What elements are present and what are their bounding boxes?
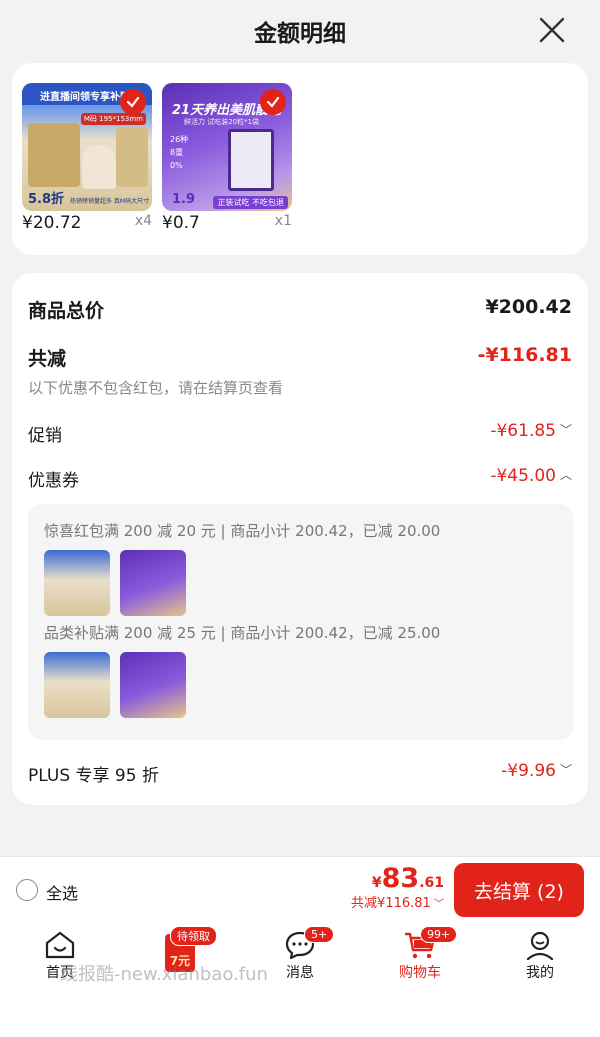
coupon-row[interactable]: 优惠券 -¥45.00 ︿ — [28, 466, 572, 491]
promo-value: -¥61.85 ﹀ — [490, 421, 572, 441]
coupon-label: 优惠券 — [28, 471, 79, 491]
home-icon — [45, 931, 75, 959]
checked-icon[interactable] — [260, 89, 286, 115]
product-tagline: 正装试吃 不吃包退 — [213, 196, 288, 209]
product-qty: x4 — [134, 213, 152, 229]
chevron-down-icon[interactable]: ﹀ — [431, 899, 444, 910]
watermark: 线报酷-new.xianbao.fun — [60, 964, 268, 985]
tab-badge: 99+ — [420, 926, 458, 943]
plus-value: -¥9.96 ﹀ — [501, 761, 572, 781]
coupon-product-thumbnail — [120, 652, 186, 718]
amount-integer: 83 — [381, 863, 420, 894]
coupon-detail: 惊喜红包满 200 减 20 元 | 商品小计 200.42，已减 20.00 — [44, 522, 441, 540]
stat-label: 8重 — [170, 148, 184, 157]
select-all-label[interactable]: 全选 — [46, 880, 78, 904]
amount-decimal: .61 — [419, 875, 444, 891]
product-package — [28, 123, 80, 187]
total-reduce[interactable]: 共减¥116.81 — [351, 896, 431, 911]
product-package — [116, 127, 148, 187]
plus-row[interactable]: PLUS 专享 95 折 -¥9.96 ﹀ — [28, 761, 572, 786]
tab-badge: 5+ — [304, 926, 335, 943]
checked-icon[interactable] — [120, 89, 146, 115]
product-subtitle: 鲜活力 试吃装20粒*1袋 — [184, 118, 260, 126]
tab-messages[interactable]: 消息 5+ — [260, 926, 340, 982]
tab-label: 我的 — [526, 965, 554, 981]
price-tag: 1.9 — [172, 192, 196, 207]
stat-label: 26种 — [170, 135, 189, 144]
coupon-detail: 品类补贴满 200 减 25 元 | 商品小计 200.42，已减 25.00 — [44, 624, 441, 642]
checkout-button[interactable]: 去结算 (2) — [454, 863, 584, 917]
page-title: 金额明细 — [254, 21, 346, 47]
plus-label: PLUS 专享 95 折 — [28, 766, 159, 786]
close-icon[interactable] — [538, 16, 566, 44]
size-tag: M码 195*153mm — [80, 113, 146, 125]
promo-label: 促销 — [28, 426, 62, 446]
product-thumbnail[interactable]: 进直播间领专享补贴券 M码 195*153mm 5.8折 热销榜销量超多 真M码… — [22, 83, 152, 211]
reduce-label: 共减 — [28, 348, 67, 370]
coupon-product-thumbnail — [44, 550, 110, 616]
total-value: ¥200.42 — [485, 296, 572, 318]
user-icon — [526, 931, 554, 960]
discount-note: 以下优惠不包含红包，请在结算页查看 — [28, 379, 284, 397]
price-summary-card: 商品总价 ¥200.42 共减 -¥116.81 以下优惠不包含红包，请在结算页… — [12, 273, 588, 805]
product-item[interactable]: 进直播间领专享补贴券 M码 195*153mm 5.8折 热销榜销量超多 真M码… — [22, 83, 152, 233]
tab-label: 消息 — [286, 965, 314, 981]
product-price: ¥0.7 — [162, 213, 200, 233]
coupon-product-thumbnail — [120, 550, 186, 616]
tab-label: 购物车 — [399, 965, 441, 981]
discount-label: 5.8折 — [28, 192, 65, 207]
coupon-amount: -¥45.00 — [490, 466, 556, 486]
coupon-value: -¥45.00 ︿ — [490, 466, 572, 486]
product-price: ¥20.72 — [22, 213, 82, 233]
product-thumbnail[interactable]: 21天养出美肌靓毛 鲜活力 试吃装20粒*1袋 26种 8重 0% 1.9 正装… — [162, 83, 292, 211]
chevron-down-icon[interactable]: ﹀ — [560, 421, 572, 438]
reduce-row: 共减 -¥116.81 — [28, 344, 572, 370]
coupon-detail-box: 惊喜红包满 200 减 20 元 | 商品小计 200.42，已减 20.00 … — [28, 504, 573, 740]
model-figure — [82, 145, 116, 189]
note-row: 以下优惠不包含红包，请在结算页查看 — [28, 377, 572, 399]
product-package — [228, 129, 274, 191]
coupon-product-thumbnail — [44, 652, 110, 718]
header: 金额明细 — [0, 0, 600, 60]
stat-label: 0% — [170, 161, 183, 170]
select-all-radio[interactable] — [16, 879, 38, 901]
tab-profile[interactable]: 我的 — [500, 930, 580, 982]
chevron-up-icon[interactable]: ︿ — [560, 466, 572, 483]
total-label: 商品总价 — [28, 300, 105, 322]
checkout-bar: 全选 ¥83.61 共减¥116.81 ﹀ 去结算 (2) — [0, 856, 600, 922]
promo-amount: -¥61.85 — [490, 421, 556, 441]
product-list-card: 进直播间领专享补贴券 M码 195*153mm 5.8折 热销榜销量超多 真M码… — [12, 63, 588, 255]
plus-amount: -¥9.96 — [501, 761, 556, 781]
promo-row[interactable]: 促销 -¥61.85 ﹀ — [28, 421, 572, 446]
reduce-value: -¥116.81 — [477, 344, 572, 366]
tab-cart[interactable]: 购物车 99+ — [380, 926, 460, 982]
tab-badge: 待领取 — [170, 926, 217, 946]
product-caption: 热销榜销量超多 真M码大尺寸 — [70, 198, 150, 205]
chevron-down-icon[interactable]: ﹀ — [560, 761, 572, 778]
total-row: 商品总价 ¥200.42 — [28, 296, 572, 322]
currency-symbol: ¥ — [371, 875, 382, 891]
total-amount: ¥83.61 共减¥116.81 ﹀ — [351, 863, 444, 911]
product-item[interactable]: 21天养出美肌靓毛 鲜活力 试吃装20粒*1袋 26种 8重 0% 1.9 正装… — [162, 83, 292, 233]
product-qty: x1 — [274, 213, 292, 229]
